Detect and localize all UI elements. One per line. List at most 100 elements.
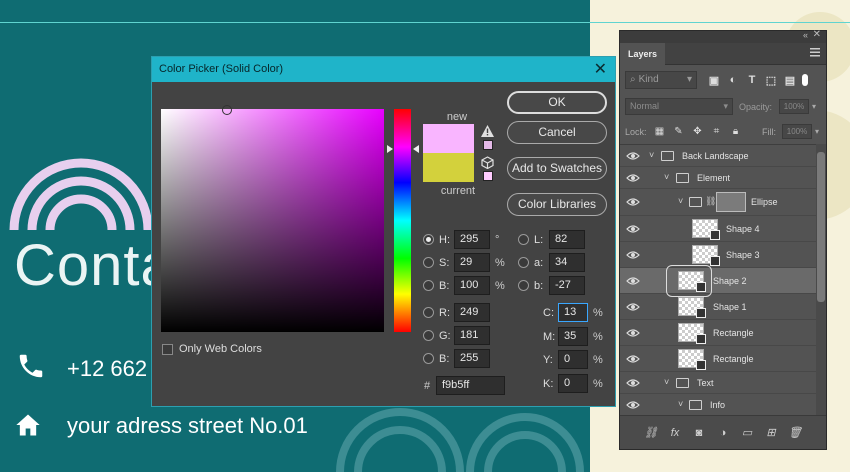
opacity-input[interactable]: 100% bbox=[779, 99, 809, 114]
lab-b-radio[interactable] bbox=[518, 280, 529, 291]
lock-all-icon[interactable]: 🔒︎ bbox=[729, 125, 742, 138]
blue-input[interactable]: 255 bbox=[454, 349, 490, 368]
smart-object-filter-icon[interactable]: ▤ bbox=[783, 73, 797, 87]
add-mask-icon[interactable]: ◙ bbox=[691, 425, 707, 441]
layer-row[interactable]: Shape 4 bbox=[620, 216, 816, 242]
new-group-icon[interactable]: ▭ bbox=[739, 425, 755, 441]
yellow-input[interactable]: 0 bbox=[558, 350, 588, 369]
color-libraries-button[interactable]: Color Libraries bbox=[507, 193, 607, 216]
layer-thumbnail[interactable] bbox=[692, 219, 720, 240]
lock-transparency-icon[interactable]: ▦ bbox=[653, 125, 666, 138]
saturation-radio[interactable] bbox=[423, 257, 434, 268]
checkbox-box[interactable] bbox=[162, 343, 173, 355]
layer-thumbnail[interactable] bbox=[678, 297, 706, 318]
layer-mask-thumbnail[interactable] bbox=[716, 192, 746, 212]
pixel-filter-icon[interactable]: ▣ bbox=[707, 73, 721, 87]
blend-mode-select[interactable]: Normal ▾ bbox=[625, 98, 733, 115]
magenta-input[interactable]: 35 bbox=[558, 327, 588, 346]
cyan-input[interactable]: 13 bbox=[558, 303, 588, 322]
shape-filter-icon[interactable]: ⬚ bbox=[764, 73, 778, 87]
color-cursor[interactable] bbox=[222, 105, 232, 115]
hex-input[interactable]: f9b5ff bbox=[436, 376, 505, 395]
layers-scrollbar[interactable] bbox=[816, 144, 826, 416]
scrollbar-thumb[interactable] bbox=[817, 152, 825, 302]
layer-row[interactable]: Rectangle bbox=[620, 320, 816, 346]
layer-row[interactable]: ˅ Info bbox=[620, 394, 816, 416]
brightness-input[interactable]: 100 bbox=[454, 276, 490, 295]
layer-row[interactable]: Shape 1 bbox=[620, 294, 816, 320]
green-input[interactable]: 181 bbox=[454, 326, 490, 345]
layer-row[interactable]: ˅ ⛓ Ellipse bbox=[620, 189, 816, 216]
saturation-brightness-field[interactable] bbox=[161, 105, 384, 332]
black-input[interactable]: 0 bbox=[558, 374, 588, 393]
fx-icon[interactable]: fx bbox=[667, 425, 683, 441]
chevron-down-icon[interactable]: ˅ bbox=[664, 377, 669, 387]
eye-icon[interactable] bbox=[626, 302, 640, 312]
close-icon[interactable]: ✕ bbox=[594, 57, 607, 82]
chevron-down-icon[interactable]: ˅ bbox=[678, 196, 683, 206]
layer-row[interactable]: ˅ Text bbox=[620, 372, 816, 394]
chevron-down-icon[interactable]: ˅ bbox=[678, 399, 683, 409]
opacity-chevron-icon[interactable]: ▾ bbox=[809, 99, 819, 114]
layer-thumbnail[interactable] bbox=[678, 349, 706, 370]
layer-thumbnail[interactable] bbox=[678, 271, 706, 292]
green-radio[interactable] bbox=[423, 330, 434, 341]
tab-layers[interactable]: Layers bbox=[620, 43, 666, 65]
adjustment-filter-icon[interactable]: ◐ bbox=[726, 73, 740, 87]
eye-icon[interactable] bbox=[626, 328, 640, 338]
cancel-button[interactable]: Cancel bbox=[507, 121, 607, 144]
eye-icon[interactable] bbox=[626, 173, 640, 183]
new-layer-icon[interactable]: ⊞ bbox=[763, 425, 779, 441]
layer-row[interactable]: ˅ Element bbox=[620, 167, 816, 189]
only-web-colors-checkbox[interactable]: Only Web Colors bbox=[162, 343, 262, 355]
panel-menu-icon[interactable] bbox=[810, 48, 820, 57]
fill-chevron-icon[interactable]: ▾ bbox=[812, 124, 822, 139]
adjustment-layer-icon[interactable]: ◑ bbox=[715, 425, 731, 441]
lab-a-radio[interactable] bbox=[518, 257, 529, 268]
chevron-down-icon[interactable]: ˅ bbox=[649, 150, 654, 160]
hue-input[interactable]: 295 bbox=[454, 230, 490, 249]
layer-row-selected[interactable]: Shape 2 bbox=[620, 265, 816, 297]
chevron-down-icon[interactable]: ˅ bbox=[664, 172, 669, 182]
red-radio[interactable] bbox=[423, 307, 434, 318]
eye-icon[interactable] bbox=[626, 250, 640, 260]
lock-position-icon[interactable]: ✥ bbox=[691, 125, 704, 138]
ok-button[interactable]: OK bbox=[507, 91, 607, 114]
filter-toggle-icon[interactable] bbox=[802, 74, 808, 86]
trash-icon[interactable]: 🗑︎ bbox=[787, 425, 803, 441]
lock-image-pixels-icon[interactable]: ✎ bbox=[672, 125, 685, 138]
out-of-gamut-warning-icon[interactable] bbox=[481, 125, 494, 137]
current-color-swatch[interactable] bbox=[423, 153, 474, 182]
dialog-titlebar[interactable]: Color Picker (Solid Color) ✕ bbox=[152, 57, 615, 82]
eye-icon[interactable] bbox=[626, 400, 640, 410]
hue-slider-arrow-left[interactable] bbox=[387, 145, 393, 153]
lab-l-radio[interactable] bbox=[518, 234, 529, 245]
add-to-swatches-button[interactable]: Add to Swatches bbox=[507, 157, 607, 180]
layer-thumbnail[interactable] bbox=[678, 323, 706, 344]
type-filter-icon[interactable]: T bbox=[745, 73, 759, 87]
hue-slider[interactable] bbox=[394, 109, 411, 332]
blue-radio[interactable] bbox=[423, 353, 434, 364]
layer-row[interactable]: Rectangle bbox=[620, 346, 816, 372]
red-input[interactable]: 249 bbox=[454, 303, 490, 322]
saturation-input[interactable]: 29 bbox=[454, 253, 490, 272]
close-panel-icon[interactable]: ✕ bbox=[813, 29, 821, 40]
gamut-correction-swatch[interactable] bbox=[483, 140, 493, 150]
web-safe-cube-icon[interactable] bbox=[481, 156, 494, 169]
filter-kind-select[interactable]: ⌕ Kind ▾ bbox=[625, 71, 697, 89]
eye-icon[interactable] bbox=[626, 378, 640, 388]
lab-l-input[interactable]: 82 bbox=[549, 230, 585, 249]
collapse-panels-icon[interactable]: « bbox=[803, 30, 808, 40]
fill-input[interactable]: 100% bbox=[782, 124, 812, 139]
lab-a-input[interactable]: 34 bbox=[549, 253, 585, 272]
eye-icon[interactable] bbox=[626, 197, 640, 207]
hue-radio[interactable] bbox=[423, 234, 434, 245]
web-safe-swatch[interactable] bbox=[483, 171, 493, 181]
hue-slider-arrow-right[interactable] bbox=[413, 145, 419, 153]
link-layers-icon[interactable]: ⛓ bbox=[643, 425, 659, 441]
eye-icon[interactable] bbox=[626, 224, 640, 234]
eye-icon[interactable] bbox=[626, 354, 640, 364]
lab-b-input[interactable]: -27 bbox=[549, 276, 585, 295]
layer-thumbnail[interactable] bbox=[692, 245, 720, 266]
layer-row[interactable]: ˅ Back Landscape bbox=[620, 145, 816, 167]
